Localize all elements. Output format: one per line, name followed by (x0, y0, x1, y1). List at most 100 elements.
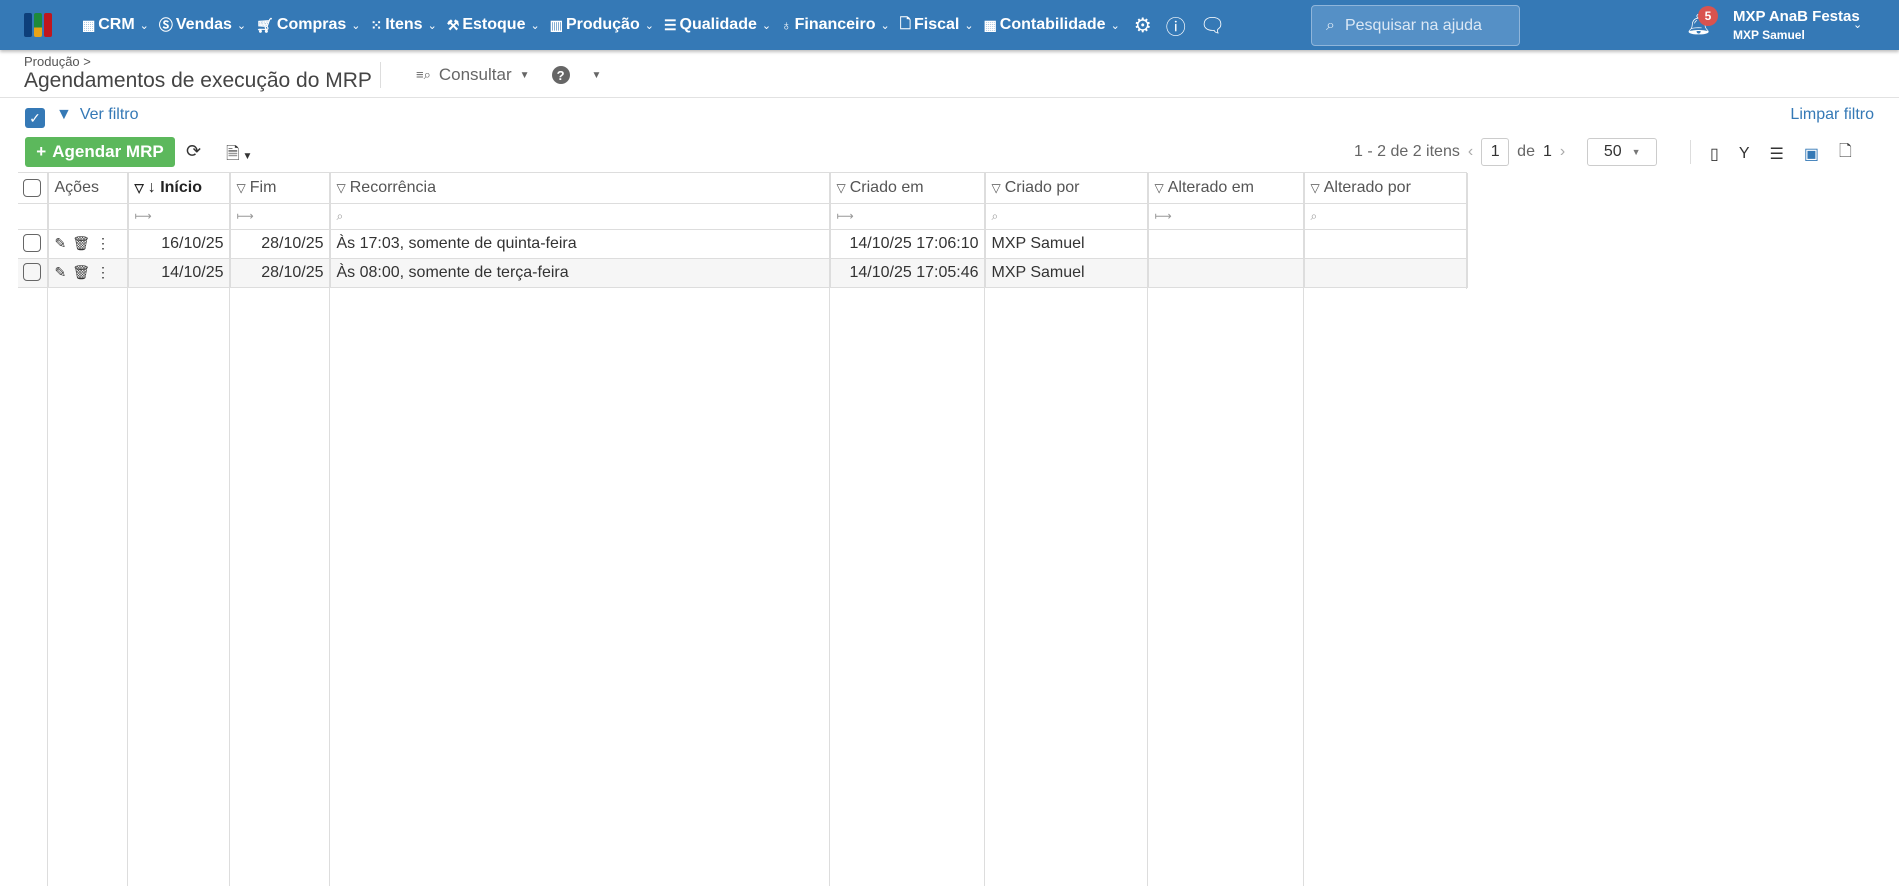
limpar-filtro-link[interactable]: Limpar filtro (1790, 106, 1874, 124)
filter-icon[interactable]: ▽ (337, 181, 346, 195)
divider (1690, 140, 1691, 164)
table-row[interactable]: ✎🗑︎⋮ 14/10/25 28/10/25 Às 08:00, somente… (18, 258, 1468, 288)
grid-line (229, 173, 230, 886)
trash-icon[interactable]: 🗑︎ (72, 235, 96, 251)
search-filter-icon[interactable]: ⌕ (985, 203, 1149, 230)
filter-icon[interactable]: ▽ (135, 181, 144, 195)
row-checkbox[interactable] (23, 234, 41, 253)
grid-line (47, 173, 48, 886)
range-filter-icon[interactable]: ⟼ (128, 203, 231, 230)
col-criado-em[interactable]: ▽ Criado em (830, 173, 986, 204)
more-icon[interactable]: ⋮ (96, 264, 116, 280)
col-criado-por[interactable]: ▽ Criado por (985, 173, 1149, 204)
grid-line (127, 173, 128, 886)
chevron-down-icon: ⌄ (530, 19, 540, 32)
gear-icon[interactable]: ⚙ (1134, 13, 1152, 38)
stock-icon: ⚒ (446, 16, 460, 33)
columns-icon[interactable]: ▯ (1710, 144, 1719, 164)
range-filter-icon[interactable]: ⟼ (1148, 203, 1305, 230)
menu-estoque[interactable]: ⚒ Estoque ⌄ (447, 16, 540, 34)
chevron-down-icon: ⌄ (1110, 19, 1120, 32)
menu-fiscal[interactable]: 🗋︎ Fiscal ⌄ (900, 13, 974, 37)
chevron-down-icon[interactable]: ⌄ (1853, 18, 1862, 31)
menu-itens[interactable]: ⁙ Itens ⌄ (371, 16, 437, 34)
pagination: 1 - 2 de 2 itens ‹ 1 de 1 › 50 ▼ (1354, 138, 1658, 166)
row-checkbox[interactable] (23, 263, 41, 282)
col-alterado-por[interactable]: ▽ Alterado por (1304, 173, 1468, 204)
filter-checkbox[interactable]: ✓ (25, 108, 45, 128)
range-filter-icon[interactable]: ⟼ (230, 203, 331, 230)
caret-down-icon: ▼ (519, 69, 530, 81)
col-recorrencia[interactable]: ▽ Recorrência (330, 173, 831, 204)
menu-compras[interactable]: 🛒︎ Compras ⌄ (256, 16, 360, 34)
next-page-icon[interactable]: › (1560, 143, 1565, 161)
consult-icon: ≡⌕ (416, 67, 431, 82)
dollar-icon: Ⓢ (158, 17, 173, 33)
edit-icon[interactable]: ✎ (55, 235, 73, 251)
page-size-select[interactable]: 50 ▼ (1587, 138, 1658, 166)
range-filter-icon[interactable]: ⟼ (830, 203, 986, 230)
breadcrumb[interactable]: Produção > (24, 54, 91, 69)
grid-line (1303, 173, 1304, 886)
refresh-icon[interactable]: ⟳ (186, 141, 201, 162)
menu-producao[interactable]: ▥ Produção ⌄ (550, 16, 654, 34)
consult-menu[interactable]: ≡⌕ Consultar ▼? ▼ (416, 65, 601, 85)
grid-line (984, 173, 985, 886)
col-acoes: Ações (48, 173, 129, 204)
col-inicio[interactable]: ▽ ↓ Início (128, 173, 231, 204)
filter-row: ⟼ ⟼ ⌕ ⟼ ⌕ ⟼ ⌕ (18, 203, 1468, 230)
col-alterado-em[interactable]: ▽ Alterado em (1148, 173, 1305, 204)
more-icon[interactable]: ⋮ (96, 235, 116, 251)
chevron-down-icon: ⌄ (351, 19, 361, 32)
table-row[interactable]: ✎🗑︎⋮ 16/10/25 28/10/25 Às 17:03, somente… (18, 229, 1468, 259)
chevron-down-icon: ⌄ (139, 19, 149, 32)
items-icon: ⁙ (370, 16, 383, 33)
filter-icon[interactable]: ▽ (837, 181, 846, 195)
filter-icon[interactable]: ▽ (1311, 181, 1320, 195)
chat-icon[interactable]: 🗨︎ (1200, 13, 1225, 38)
select-all-checkbox[interactable] (18, 173, 49, 204)
sort-desc-icon: ↓ (147, 178, 161, 196)
crm-icon: ▦ (82, 16, 96, 33)
save-icon[interactable]: ▣ (1804, 144, 1819, 164)
trash-icon[interactable]: 🗑︎ (72, 264, 96, 280)
factory-icon: ▥ (549, 16, 563, 33)
chevron-down-icon: ⌄ (644, 19, 654, 32)
filter-icon[interactable]: Y (1739, 145, 1750, 163)
page-title: Agendamentos de execução do MRP (24, 69, 372, 92)
notification-badge: 5 (1698, 6, 1718, 26)
cart-icon: 🛒︎ (256, 16, 274, 33)
checklist-icon: ☰ (663, 16, 677, 33)
calculator-icon: ▦ (983, 16, 997, 33)
sort-icon[interactable]: ☰ (1769, 144, 1783, 164)
chevron-down-icon: ⌄ (427, 19, 437, 32)
grid-line (1147, 173, 1148, 886)
col-fim[interactable]: ▽ Fim (230, 173, 331, 204)
page-input[interactable]: 1 (1481, 138, 1510, 166)
app-logo[interactable] (24, 13, 52, 37)
search-filter-icon[interactable]: ⌕ (1304, 203, 1468, 230)
menu-vendas[interactable]: Ⓢ Vendas ⌄ (159, 15, 246, 35)
help-icon[interactable]: ⓘ (1166, 11, 1186, 40)
edit-icon[interactable]: ✎ (55, 264, 73, 280)
ver-filtro-link[interactable]: ▼ Ver filtro (56, 106, 139, 124)
export-icon[interactable]: 🗎︎ ▼ (226, 141, 252, 170)
filter-icon[interactable]: ▽ (237, 181, 246, 195)
menu-qualidade[interactable]: ☰ Qualidade ⌄ (664, 16, 771, 34)
menu-contabilidade[interactable]: ▦ Contabilidade ⌄ (984, 16, 1120, 34)
menu-crm[interactable]: ▦ CRM ⌄ (82, 16, 149, 34)
help-icon[interactable]: ? (551, 66, 570, 84)
grid-line (829, 173, 830, 886)
agendar-mrp-button[interactable]: + Agendar MRP (25, 137, 175, 167)
search-filter-icon[interactable]: ⌕ (330, 203, 831, 230)
menu-financeiro[interactable]: ♁ Financeiro ⌄ (781, 16, 890, 34)
prev-page-icon[interactable]: ‹ (1468, 143, 1473, 161)
caret-down-icon[interactable]: ▼ (592, 70, 602, 81)
filter-icon[interactable]: ▽ (992, 181, 1001, 195)
top-navbar: ▦ CRM ⌄ Ⓢ Vendas ⌄ 🛒︎ Compras ⌄ ⁙ Itens ⌄ ⚒ Estoq… (0, 0, 1899, 50)
grid-line (329, 173, 330, 886)
help-search-input[interactable]: ⌕ Pesquisar na ajuda (1311, 5, 1520, 46)
user-menu[interactable]: MXP AnaB Festas MXP Samuel (1733, 8, 1860, 42)
filter-icon[interactable]: ▽ (1155, 181, 1164, 195)
restore-icon[interactable]: 🗋︎ (1839, 140, 1852, 167)
